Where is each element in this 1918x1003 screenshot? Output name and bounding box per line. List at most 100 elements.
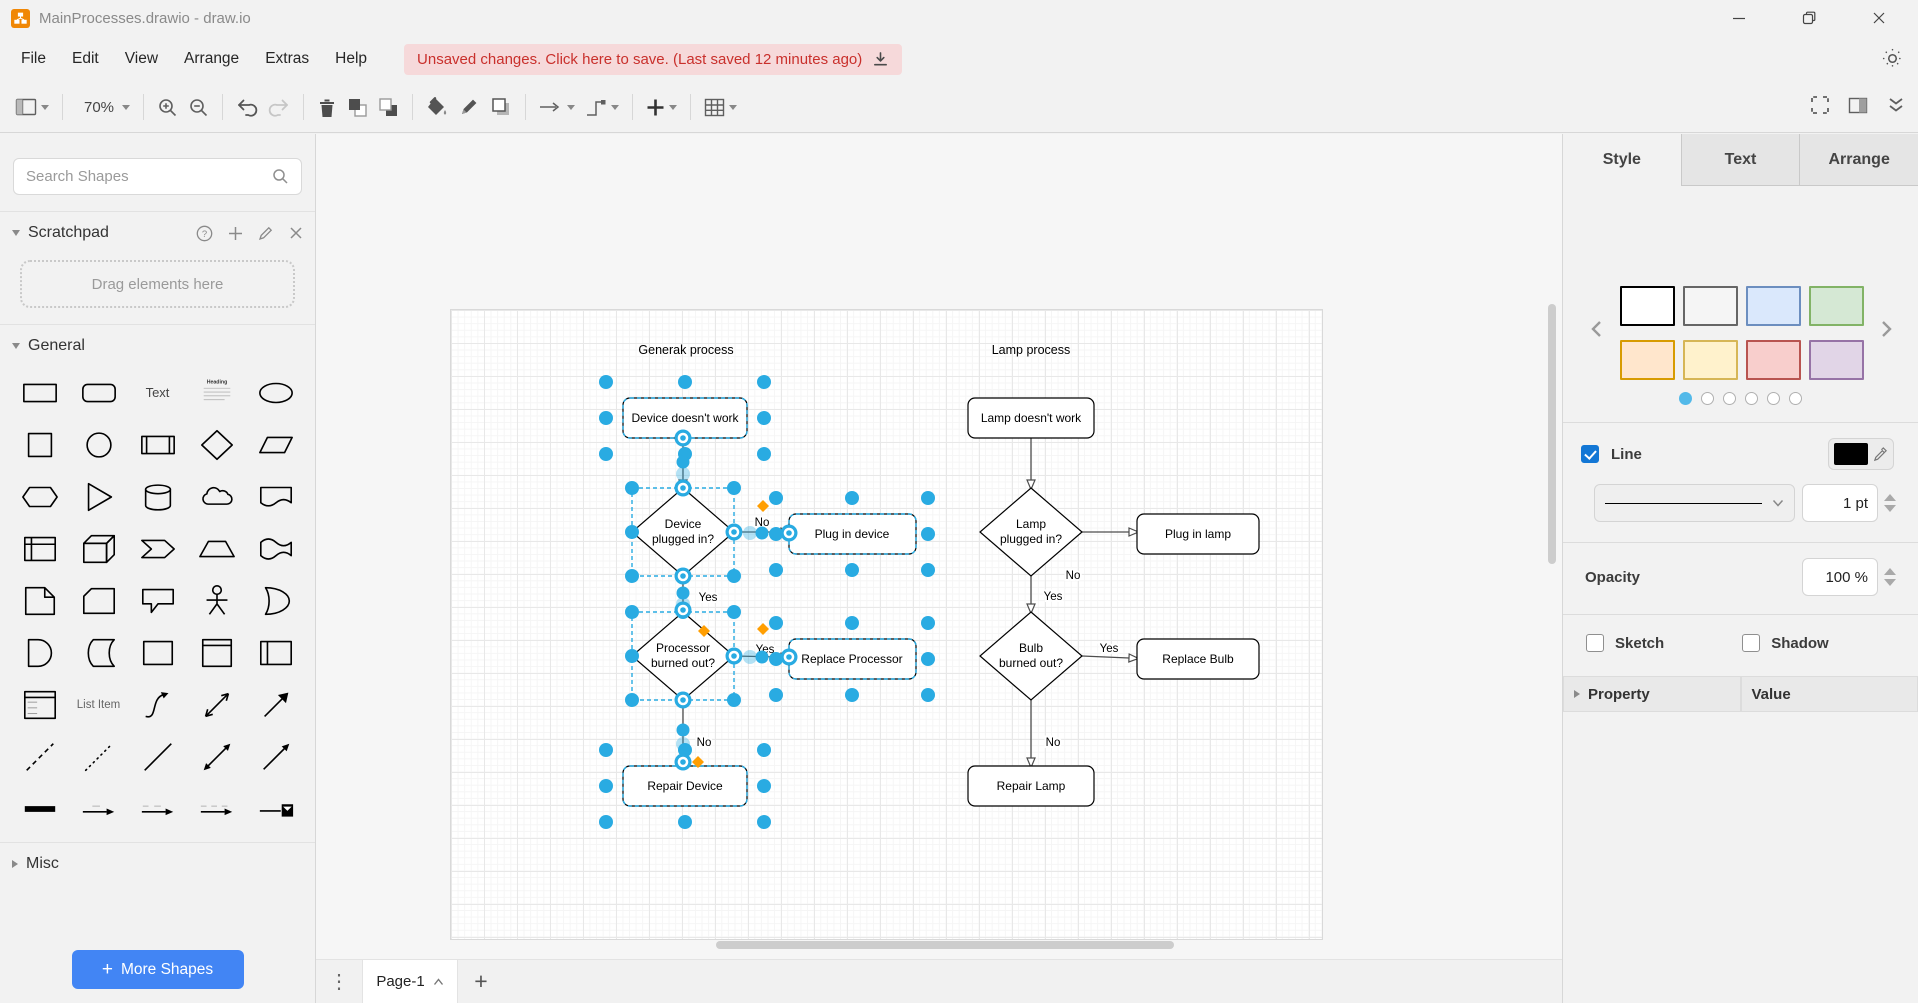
shape-list-item[interactable]: List Item <box>69 681 128 728</box>
orange-label-handle[interactable] <box>757 623 769 635</box>
lamp-flow-title[interactable]: Lamp process <box>992 343 1071 357</box>
selection-handle-dot[interactable] <box>845 563 859 577</box>
opacity-decrease[interactable] <box>1884 579 1896 586</box>
selection-handle-dot[interactable] <box>727 569 741 583</box>
shape-container[interactable] <box>128 629 187 676</box>
selection-handle-dot[interactable] <box>678 815 692 829</box>
selection-handle-dot[interactable] <box>599 447 613 461</box>
tab-style[interactable]: Style <box>1563 134 1681 186</box>
selection-handle-dot[interactable] <box>625 569 639 583</box>
shape-tape[interactable] <box>246 525 305 572</box>
selection-handle-dot[interactable] <box>757 375 771 389</box>
selection-handle-dot[interactable] <box>921 652 935 666</box>
selection-handle-dot[interactable] <box>845 688 859 702</box>
swatch-page-dot-2[interactable] <box>1723 392 1736 405</box>
page-tab[interactable]: Page-1 <box>362 960 458 1003</box>
shape-or[interactable] <box>246 577 305 624</box>
selection-handle-dot[interactable] <box>678 375 692 389</box>
shape-hexagon[interactable] <box>10 473 69 520</box>
selection-handle-dot[interactable] <box>599 743 613 757</box>
shape-bidirectional-arrow[interactable] <box>187 681 246 728</box>
opacity-increase[interactable] <box>1884 568 1896 575</box>
horizontal-scrollbar[interactable] <box>716 941 1174 949</box>
tab-text[interactable]: Text <box>1681 134 1800 186</box>
zoom-out-button[interactable] <box>183 90 214 124</box>
shape-diamond[interactable] <box>187 421 246 468</box>
selection-handle-dot[interactable] <box>921 563 935 577</box>
to-back-button[interactable] <box>373 90 404 124</box>
shadow-button[interactable] <box>485 90 517 124</box>
more-shapes-button[interactable]: + More Shapes <box>72 950 244 989</box>
shape-ellipse[interactable] <box>246 369 305 416</box>
redo-button[interactable] <box>263 90 295 124</box>
shape-vertical-container[interactable] <box>187 629 246 676</box>
tab-arrange[interactable]: Arrange <box>1799 134 1918 186</box>
shape-trapezoid[interactable] <box>187 525 246 572</box>
add-icon[interactable] <box>228 226 243 241</box>
zoom-level-dropdown[interactable]: 70% <box>71 90 135 124</box>
selection-handle-dot[interactable] <box>769 688 783 702</box>
table-button[interactable] <box>699 90 742 124</box>
shape-connector-symbol[interactable] <box>246 785 305 832</box>
selection-handle-dot[interactable] <box>769 563 783 577</box>
swatch-page-dot-4[interactable] <box>1767 392 1780 405</box>
edge-midpoint-handle[interactable] <box>677 456 690 469</box>
selection-handle-dot[interactable] <box>599 815 613 829</box>
shape-circle[interactable] <box>69 421 128 468</box>
line-checkbox[interactable] <box>1581 445 1599 463</box>
theme-toggle-button[interactable] <box>1880 46 1905 76</box>
selection-handle-dot[interactable] <box>599 375 613 389</box>
shape-dotted-line[interactable] <box>69 733 128 780</box>
edit-pencil-icon[interactable] <box>258 225 274 241</box>
selection-handle-dot[interactable] <box>845 616 859 630</box>
selection-handle-dot[interactable] <box>921 616 935 630</box>
shape-cylinder[interactable] <box>128 473 187 520</box>
style-swatch-0[interactable] <box>1620 286 1675 326</box>
selection-handle-dot[interactable] <box>757 815 771 829</box>
selection-handle-dot[interactable] <box>769 491 783 505</box>
shape-internal-storage[interactable] <box>10 525 69 572</box>
to-front-button[interactable] <box>342 90 373 124</box>
style-swatch-4[interactable] <box>1620 340 1675 380</box>
menu-edit[interactable]: Edit <box>59 36 112 82</box>
selection-handle-dot[interactable] <box>757 447 771 461</box>
swatch-page-dot-3[interactable] <box>1745 392 1758 405</box>
line-width-increase[interactable] <box>1884 494 1896 501</box>
selection-handle-dot[interactable] <box>625 605 639 619</box>
menu-view[interactable]: View <box>112 36 171 82</box>
shape-process[interactable] <box>128 421 187 468</box>
shape-step[interactable] <box>128 525 187 572</box>
shape-bidirectional-connector[interactable] <box>187 733 246 780</box>
restore-button[interactable] <box>1774 0 1844 36</box>
edge-midpoint-handle[interactable] <box>756 527 769 540</box>
waypoints-button[interactable] <box>580 90 624 124</box>
selection-handle-dot[interactable] <box>727 481 741 495</box>
shape-and[interactable] <box>10 629 69 676</box>
collapse-toolbar-button[interactable] <box>1886 96 1906 119</box>
close-icon[interactable] <box>289 226 303 240</box>
shape-card[interactable] <box>69 577 128 624</box>
connection-style-button[interactable] <box>534 90 580 124</box>
search-shapes-input[interactable] <box>13 158 302 195</box>
shape-document[interactable] <box>246 473 305 520</box>
style-swatch-5[interactable] <box>1683 340 1738 380</box>
selection-handle-dot[interactable] <box>599 779 613 793</box>
shape-rectangle[interactable] <box>10 369 69 416</box>
selection-handle-dot[interactable] <box>625 693 639 707</box>
insert-button[interactable] <box>641 90 682 124</box>
shape-arrow[interactable] <box>246 681 305 728</box>
selection-handle-dot[interactable] <box>845 491 859 505</box>
line-color-button[interactable] <box>453 90 485 124</box>
selection-handle-dot[interactable] <box>727 605 741 619</box>
shape-triangle[interactable] <box>69 473 128 520</box>
swatch-page-dot-5[interactable] <box>1789 392 1802 405</box>
edge-midpoint-handle[interactable] <box>677 587 690 600</box>
selection-handle-dot[interactable] <box>921 688 935 702</box>
shape-horizontal-container[interactable] <box>246 629 305 676</box>
shape-connector-arrow[interactable] <box>69 785 128 832</box>
general-section-header[interactable]: General <box>0 325 315 367</box>
selection-handle-dot[interactable] <box>625 649 639 663</box>
shape-text[interactable]: Text <box>128 369 187 416</box>
delete-button[interactable] <box>312 90 342 124</box>
shape-note[interactable] <box>10 577 69 624</box>
